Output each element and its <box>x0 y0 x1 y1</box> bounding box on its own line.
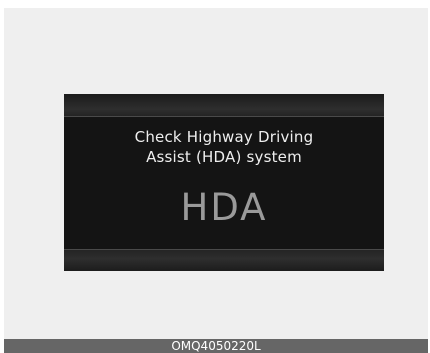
cluster-display: Check Highway Driving Assist (HDA) syste… <box>64 94 384 271</box>
figure-frame: Check Highway Driving Assist (HDA) syste… <box>4 8 428 339</box>
display-top-band <box>64 94 384 117</box>
display-bottom-band <box>64 249 384 271</box>
hda-indicator: HDA <box>180 186 268 229</box>
figure-code: OMQ4050220L <box>171 339 261 353</box>
warning-message-line-1: Check Highway Driving <box>134 128 314 146</box>
warning-message-line-2: Assist (HDA) system <box>146 148 302 166</box>
figure-caption-bar: OMQ4050220L <box>4 339 428 353</box>
